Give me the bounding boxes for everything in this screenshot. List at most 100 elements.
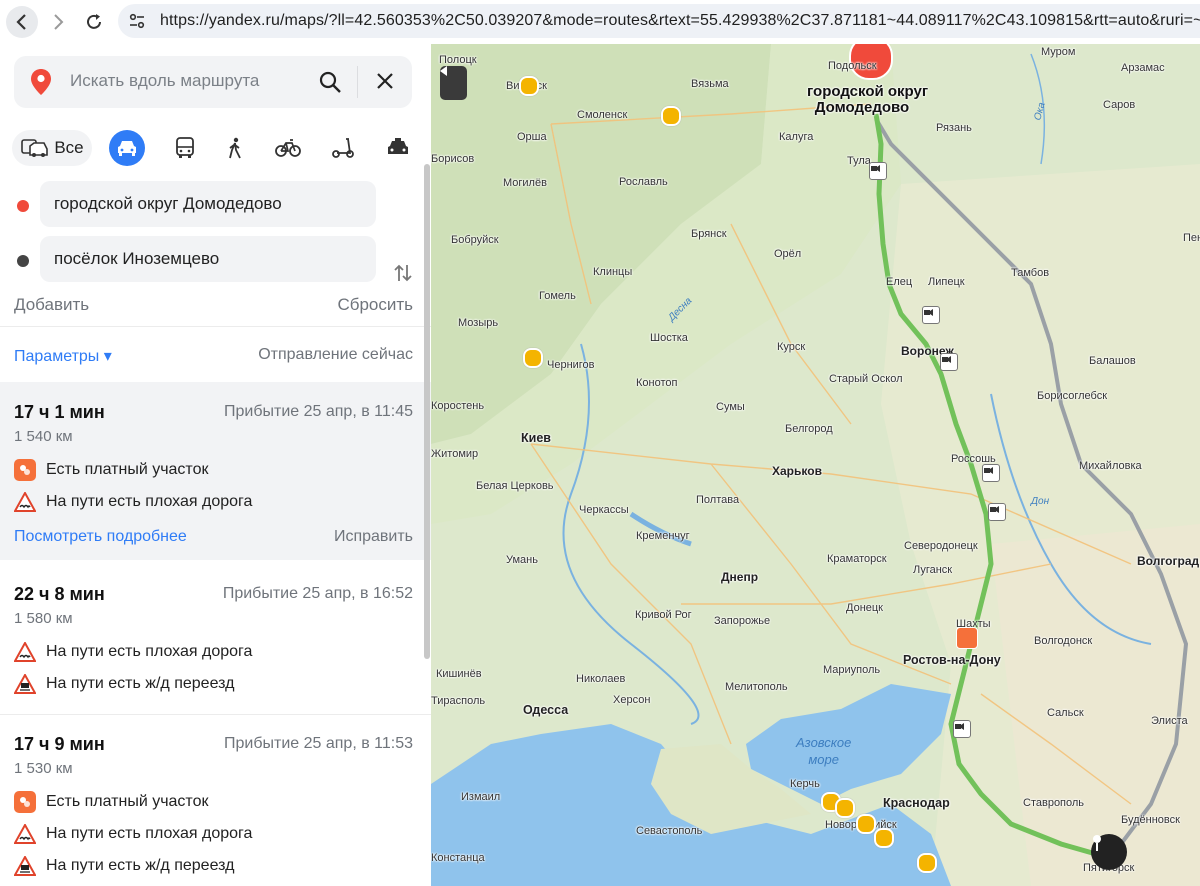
mode-scooter-button[interactable] [325, 130, 361, 166]
mode-bike-button[interactable] [270, 130, 306, 166]
route-duration: 17 ч 1 мин [14, 402, 105, 422]
route-option-2[interactable]: 22 ч 8 мин Прибытие 25 апр, в 16:52 1 58… [0, 560, 431, 714]
back-button[interactable] [6, 6, 38, 38]
destination-marker[interactable] [1091, 834, 1127, 870]
mode-walk-button[interactable] [217, 130, 253, 166]
poi-marker[interactable] [917, 853, 937, 873]
departure-time-selector[interactable]: Отправление сейчас [258, 346, 413, 364]
city-label: Тирасполь [431, 695, 486, 707]
mode-bus-button[interactable] [167, 130, 203, 166]
scooter-icon [332, 138, 354, 158]
route-distance: 1 540 км [14, 428, 73, 445]
poi-marker[interactable] [661, 106, 681, 126]
close-icon[interactable] [374, 70, 396, 92]
reset-link[interactable]: Сбросить [337, 295, 413, 315]
route-feature: На пути есть плохая дорога [14, 491, 252, 513]
collapse-sidebar-button[interactable] [440, 66, 467, 100]
city-label: Тамбов [1011, 267, 1050, 279]
route-duration: 22 ч 8 мин [14, 584, 105, 604]
city-label: Северодонецк [904, 540, 978, 552]
city-label: Будённовск [1121, 814, 1180, 826]
route-duration: 17 ч 9 мин [14, 734, 105, 754]
all-transport-icon [21, 139, 49, 157]
city-label: Керчь [790, 778, 820, 790]
reload-button[interactable] [78, 6, 110, 38]
mode-taxi-button[interactable] [380, 130, 416, 166]
city-label: Подольск [828, 60, 877, 72]
camera-icon [990, 506, 999, 513]
add-point-link[interactable]: Добавить [14, 295, 89, 315]
railway-crossing-warning-icon [14, 674, 36, 694]
city-label: Запорожье [714, 615, 771, 627]
city-label: Харьков [772, 464, 822, 478]
destination-field[interactable]: посёлок Иноземцево [40, 236, 376, 282]
poi-marker[interactable] [519, 76, 539, 96]
traffic-camera-marker[interactable] [940, 353, 958, 371]
site-settings-icon[interactable] [128, 12, 146, 30]
city-label: Смоленск [577, 109, 628, 121]
route-feature-label: Есть платный участок [46, 793, 209, 810]
city-label: Могилёв [503, 177, 547, 189]
mode-all-button[interactable]: Все [12, 130, 92, 166]
route-arrival: Прибытие 25 апр, в 11:53 [224, 735, 413, 752]
route-arrival: Прибытие 25 апр, в 16:52 [222, 585, 413, 602]
route-feature: Есть платный участок [14, 791, 208, 813]
parameters-dropdown[interactable]: Параметры ▾ [14, 346, 112, 366]
mode-car-button[interactable] [109, 130, 145, 166]
traffic-camera-marker[interactable] [869, 162, 887, 180]
city-label: Измаил [461, 791, 501, 803]
city-label: Муром [1041, 46, 1076, 58]
city-label: Луганск [913, 564, 953, 576]
traffic-camera-marker[interactable] [953, 720, 971, 738]
poi-marker[interactable] [856, 814, 876, 834]
toll-road-icon [14, 791, 36, 813]
city-label: Липецк [928, 276, 965, 288]
address-bar[interactable]: https://yandex.ru/maps/?ll=42.560353%2C5… [118, 4, 1200, 38]
traffic-camera-marker[interactable] [988, 503, 1006, 521]
taxi-icon [388, 138, 408, 154]
route-feature: На пути есть ж/д переезд [14, 855, 234, 877]
sea-label: Азовское море [796, 734, 851, 768]
route-fix-link[interactable]: Исправить [334, 528, 413, 546]
route-option-3[interactable]: 17 ч 9 мин Прибытие 25 апр, в 11:53 1 53… [0, 715, 431, 886]
city-label: Гомель [539, 290, 576, 302]
sidebar-scrollbar[interactable] [424, 164, 430, 659]
city-label: Черкассы [579, 504, 629, 516]
city-label: Житомир [431, 448, 479, 460]
toll-section-marker[interactable] [956, 627, 978, 649]
pedestrian-icon [229, 137, 241, 159]
city-label: Сальск [1047, 707, 1084, 719]
traffic-camera-marker[interactable] [982, 464, 1000, 482]
railway-crossing-warning-icon [14, 856, 36, 876]
route-option-1[interactable]: 17 ч 1 мин Прибытие 25 апр, в 11:45 1 54… [0, 382, 431, 560]
caret-left-icon [440, 66, 447, 76]
route-feature-label: На пути есть ж/д переезд [46, 675, 235, 692]
city-label: Саров [1103, 99, 1136, 111]
poi-marker[interactable] [874, 828, 894, 848]
city-label: Борисоглебск [1037, 390, 1108, 402]
sea-label-line: Азовское [796, 735, 852, 750]
poi-marker[interactable] [523, 348, 543, 368]
camera-icon [871, 165, 880, 172]
city-label: Борисов [431, 153, 475, 165]
map-canvas[interactable]: городской округ Домодедово Азовское море… [431, 44, 1200, 886]
poi-marker[interactable] [835, 798, 855, 818]
route-feature-label: На пути есть плохая дорога [46, 825, 253, 842]
route-details-link[interactable]: Посмотреть подробнее [14, 528, 187, 546]
city-label: Мариуполь [823, 664, 881, 676]
traffic-camera-marker[interactable] [922, 306, 940, 324]
search-input[interactable] [68, 70, 312, 92]
city-label: Полоцк [439, 54, 477, 66]
search-icon[interactable] [318, 70, 342, 94]
bad-road-warning-icon [14, 492, 36, 512]
camera-icon [924, 309, 933, 316]
route-feature-label: Есть платный участок [46, 461, 209, 478]
arrow-left-icon [16, 14, 26, 30]
swap-arrows-icon[interactable] [392, 262, 414, 284]
forward-button[interactable] [42, 6, 74, 38]
origin-field[interactable]: городской округ Домодедово [40, 181, 376, 227]
bus-icon [176, 137, 194, 158]
city-label: Элиста [1151, 715, 1188, 727]
route-sidebar: Все [0, 44, 431, 886]
city-label: Орша [517, 131, 547, 143]
